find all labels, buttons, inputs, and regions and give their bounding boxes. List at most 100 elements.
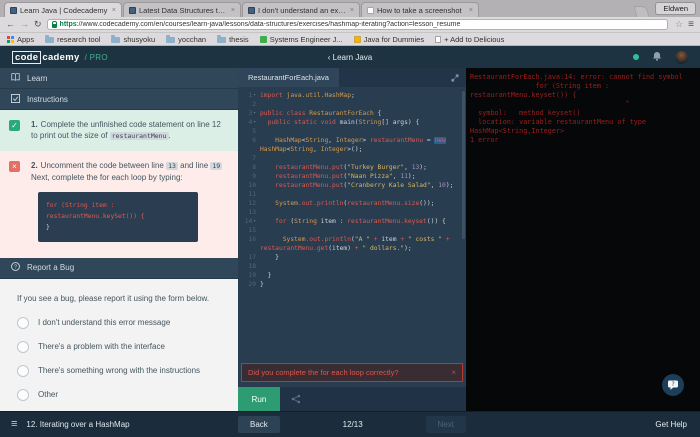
help-chat-button[interactable]: ? xyxy=(662,374,684,396)
browser-menu-icon[interactable]: ≡ xyxy=(688,19,694,30)
code-token: .out.println xyxy=(297,200,344,207)
code-line-content: restaurantMenu.put("Turkey Burger", 13); xyxy=(256,163,466,172)
share-icon[interactable] xyxy=(291,394,301,404)
line-number: 7 xyxy=(252,155,256,162)
lesson-menu-icon[interactable]: ≡ xyxy=(11,419,17,430)
run-button[interactable]: Run xyxy=(238,387,280,411)
url-rest: ://www.codecademy.com/en/courses/learn-j… xyxy=(76,21,461,28)
java-book-icon xyxy=(353,35,361,43)
line-number: 6 xyxy=(252,137,256,144)
codecademy-logo[interactable]: code cademy / PRO xyxy=(12,50,108,64)
bookmark-item[interactable]: research tool xyxy=(45,35,100,44)
tab-close-icon[interactable]: × xyxy=(231,7,235,14)
code-line: 15 xyxy=(238,226,466,235)
browser-profile-button[interactable]: Eldwen xyxy=(655,2,696,15)
avatar[interactable] xyxy=(675,50,688,64)
reload-icon[interactable]: ↻ xyxy=(34,20,42,29)
code-token: restaurantMenu.put xyxy=(275,164,344,171)
code-line-content xyxy=(256,100,466,109)
svg-text:?: ? xyxy=(671,381,675,388)
browser-tab[interactable]: Learn Java | Codecademy × xyxy=(4,2,122,17)
code-line: 5 xyxy=(238,127,466,136)
code-line: 1▾ import java.util.HashMap; xyxy=(238,91,466,100)
line-number: 13 xyxy=(248,209,256,216)
radio-button[interactable] xyxy=(17,364,29,377)
editor-file-tab[interactable]: RestaurantForEach.java xyxy=(238,68,339,87)
bookmark-item[interactable]: yocchan xyxy=(166,35,206,44)
get-help-button[interactable]: Get Help xyxy=(655,420,687,429)
line-number: 20 xyxy=(248,281,256,288)
bug-option[interactable]: There's something wrong with the instruc… xyxy=(17,364,221,377)
bookmark-item[interactable]: Java for Dummies xyxy=(353,35,424,44)
error-close-icon[interactable]: × xyxy=(451,368,456,377)
expand-icon[interactable] xyxy=(451,69,459,87)
url-scheme: https xyxy=(59,21,77,28)
bookmark-item[interactable]: Apps xyxy=(7,35,34,44)
learn-section-header[interactable]: Learn xyxy=(0,68,238,89)
code-token: java.util.HashMap xyxy=(286,92,351,99)
bookmark-star-icon[interactable]: ☆ xyxy=(675,19,683,30)
forward-icon[interactable]: → xyxy=(20,20,29,29)
report-bug-section-header[interactable]: ? Report a Bug xyxy=(0,257,238,279)
bookmark-item[interactable]: Systems Engineer J... xyxy=(259,35,343,44)
report-bug-label: Report a Bug xyxy=(27,263,75,273)
run-bar: Run xyxy=(238,387,466,411)
console-panel[interactable]: RestaurantForEach.java:14: error: cannot… xyxy=(466,68,700,411)
bug-option[interactable]: I don't understand this error message xyxy=(17,316,221,329)
code-token: } xyxy=(260,254,279,261)
code-line: 3▾ public class RestaurantForEach { xyxy=(238,109,466,118)
code-token: restaurantMenu.keyset xyxy=(347,218,427,225)
task1-text-after: . xyxy=(168,131,171,141)
new-tab-button[interactable] xyxy=(633,6,650,17)
code-token: ); xyxy=(419,164,427,171)
line-number: 19 xyxy=(248,272,256,279)
bug-option[interactable]: There's a problem with the interface xyxy=(17,340,221,353)
task2-code-sample: for (String item : restaurantMenu.keySet… xyxy=(38,191,198,242)
code-line: 2 xyxy=(238,100,466,109)
code-line-content: restaurantMenu.put("Cranberry Kale Salad… xyxy=(256,181,466,190)
console-line: HashMap<String,Integer> xyxy=(470,127,565,135)
task2-text: Uncomment the code between line xyxy=(40,161,167,171)
lesson-title: 12. Iterating over a HashMap xyxy=(26,420,130,429)
bookmark-label: research tool xyxy=(57,34,101,44)
next-button[interactable]: Next xyxy=(425,416,466,433)
code-line: 19 } xyxy=(238,271,466,280)
code-line: 14▾ for (String item : restaurantMenu.ke… xyxy=(238,217,466,226)
browser-tab[interactable]: I don't understand an exe... × xyxy=(242,2,360,17)
bug-option[interactable]: Other xyxy=(17,388,221,401)
bookmark-item[interactable]: + Add to Delicious xyxy=(435,35,504,44)
code-line-content xyxy=(256,190,466,199)
code-token: , xyxy=(404,164,412,171)
code-area[interactable]: 1▾ import java.util.HashMap; 2 3▾ public cla… xyxy=(238,87,466,363)
learn-label: Learn xyxy=(27,73,48,83)
bookmark-item[interactable]: shusyoku xyxy=(111,35,155,44)
radio-button[interactable] xyxy=(17,316,29,329)
tab-close-icon[interactable]: × xyxy=(112,7,116,14)
browser-tab[interactable]: How to take a screenshot × xyxy=(361,2,479,17)
bookmark-item[interactable]: thesis xyxy=(217,35,249,44)
line-number: 10 xyxy=(248,182,256,189)
instructions-section-header[interactable]: Instructions xyxy=(0,89,238,110)
logo-pro-label: / PRO xyxy=(84,52,108,62)
code-token: >(); xyxy=(347,146,363,153)
radio-button[interactable] xyxy=(17,340,29,353)
back-button[interactable]: Back xyxy=(238,416,280,433)
code-line: 12 System.out.println(restaurantMenu.siz… xyxy=(238,199,466,208)
tab-close-icon[interactable]: × xyxy=(469,7,473,14)
code-line-content: } xyxy=(256,271,466,280)
bell-icon[interactable] xyxy=(652,48,662,66)
code-line-content xyxy=(256,127,466,136)
bookmark-label: yocchan xyxy=(178,34,207,44)
editor-scrollbar[interactable] xyxy=(462,91,465,239)
radio-button[interactable] xyxy=(17,388,29,401)
url-bar[interactable]: https://www.codecademy.com/en/courses/le… xyxy=(46,19,669,30)
tab-close-icon[interactable]: × xyxy=(350,7,354,14)
back-icon[interactable]: ← xyxy=(6,20,15,29)
lesson-progress: 12/13 xyxy=(342,420,363,429)
app-header: code cademy / PRO ‹ Learn Java xyxy=(0,46,700,68)
code-line-content xyxy=(256,262,466,271)
code-line-content: } xyxy=(256,280,466,289)
browser-tab[interactable]: Latest Data Structures top... × xyxy=(123,2,241,17)
